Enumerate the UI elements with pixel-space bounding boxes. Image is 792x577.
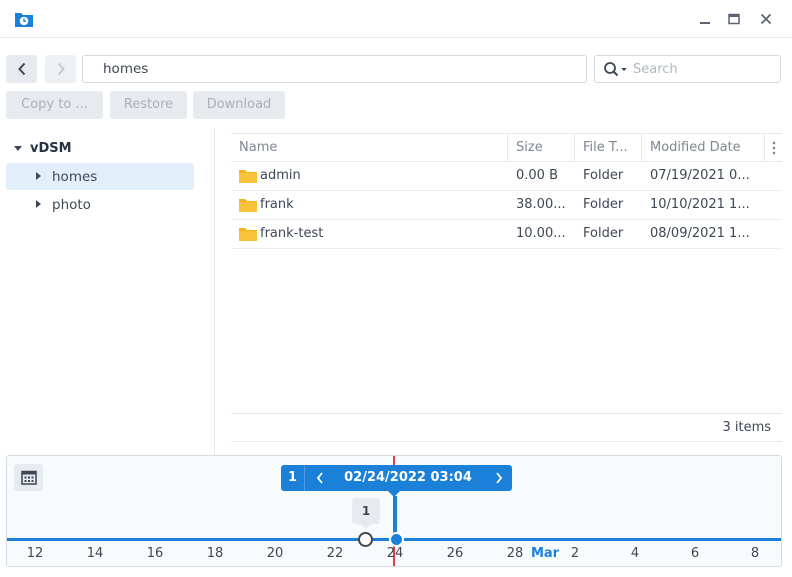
title-bar: [0, 0, 792, 38]
column-header-file-type[interactable]: File T...: [575, 134, 642, 162]
restore-button[interactable]: Restore: [110, 91, 187, 119]
download-button[interactable]: Download: [193, 91, 285, 119]
tree-item-photo[interactable]: photo: [6, 191, 194, 218]
table-row[interactable]: frank-test 10.00... Folder 08/09/2021 1.…: [231, 220, 782, 249]
cell-modified: 08/09/2021 1...: [650, 226, 750, 241]
timeline-tick: 12: [26, 546, 44, 561]
table-footer: 3 items: [231, 413, 782, 442]
folder-icon: [239, 199, 257, 212]
cell-type: Folder: [583, 197, 624, 212]
close-icon: [760, 13, 772, 25]
timeline-tick: 4: [630, 546, 640, 561]
search-icon: [604, 62, 627, 77]
caret-right-icon[interactable]: [36, 172, 41, 180]
version-count: 1: [281, 465, 305, 491]
tree-root-label: vDSM: [30, 141, 72, 156]
timeline-tick: 22: [326, 546, 344, 561]
timeline-handle-empty[interactable]: [358, 532, 373, 547]
minimize-button[interactable]: [696, 10, 714, 28]
chevron-right-icon: [496, 472, 503, 484]
timeline-tick: 6: [690, 546, 700, 561]
tree-item-label: photo: [52, 196, 91, 213]
caret-right-icon[interactable]: [36, 200, 41, 208]
chevron-left-icon: [316, 472, 323, 484]
maximize-icon: [728, 13, 740, 25]
cell-name: frank-test: [260, 226, 324, 241]
back-button[interactable]: [6, 55, 37, 83]
backup-explorer-window: homes Copy to ... Restore Download vDSM …: [0, 0, 792, 577]
column-header-modified-date[interactable]: Modified Date: [642, 134, 765, 162]
previous-version-button[interactable]: [307, 465, 333, 491]
table-row[interactable]: frank 38.00... Folder 10/10/2021 1...: [231, 191, 782, 220]
cell-modified: 10/10/2021 1...: [650, 197, 750, 212]
version-date-selector: 1 02/24/2022 03:04: [281, 465, 512, 497]
next-version-button[interactable]: [486, 465, 512, 491]
tree-root-vdsm[interactable]: vDSM: [14, 141, 72, 156]
timeline-tick: 26: [446, 546, 464, 561]
search-box[interactable]: [594, 55, 781, 83]
timeline-tick: 24: [386, 546, 404, 561]
timeline-tick: 2: [570, 546, 580, 561]
column-menu-button[interactable]: [765, 134, 782, 162]
timeline-tick-month: Mar: [530, 546, 560, 561]
timeline-tick: 28: [506, 546, 524, 561]
folder-tree: vDSM homes photo: [0, 128, 215, 455]
more-vertical-icon: [772, 141, 775, 155]
folder-icon: [239, 170, 257, 183]
cell-type: Folder: [583, 168, 624, 183]
cell-type: Folder: [583, 226, 624, 241]
timeline-tick: 18: [206, 546, 224, 561]
calendar-icon: [20, 470, 37, 485]
maximize-button[interactable]: [725, 10, 743, 28]
cell-size: 10.00...: [516, 226, 566, 241]
version-timeline[interactable]: 1 02/24/2022 03:04 1 12 14 16 18 20 22 2…: [6, 455, 782, 567]
version-count-bubble: 1: [352, 498, 380, 524]
tree-item-homes[interactable]: homes: [6, 163, 194, 190]
calendar-button[interactable]: [14, 464, 43, 491]
search-input[interactable]: [633, 60, 773, 78]
column-header-name[interactable]: Name: [231, 134, 508, 162]
table-row[interactable]: admin 0.00 B Folder 07/19/2021 0...: [231, 162, 782, 191]
timeline-tick: 8: [750, 546, 760, 561]
tree-item-label: homes: [52, 168, 98, 185]
minimize-icon: [700, 22, 710, 24]
cell-name: admin: [260, 168, 301, 183]
chevron-right-icon: [57, 62, 65, 76]
timeline-tick: 20: [266, 546, 284, 561]
caret-down-icon: [14, 146, 22, 151]
file-table: Name Size File T... Modified Date admin …: [231, 133, 782, 249]
table-header: Name Size File T... Modified Date: [231, 133, 782, 162]
timeline-handle-selected[interactable]: [389, 532, 404, 547]
version-datetime: 02/24/2022 03:04: [344, 470, 472, 485]
forward-button[interactable]: [45, 55, 76, 83]
hyper-backup-vault-icon: [15, 13, 33, 27]
item-count: 3 items: [722, 420, 771, 435]
bubble-pointer: [361, 524, 371, 529]
cell-size: 38.00...: [516, 197, 566, 212]
close-button[interactable]: [757, 10, 775, 28]
column-header-size[interactable]: Size: [508, 134, 575, 162]
timeline-tick: 16: [146, 546, 164, 561]
cell-name: frank: [260, 197, 294, 212]
path-bar[interactable]: homes: [82, 55, 587, 83]
chevron-left-icon: [17, 62, 25, 76]
copy-to-button[interactable]: Copy to ...: [6, 91, 103, 119]
timeline-tick: 14: [86, 546, 104, 561]
folder-icon: [239, 228, 257, 241]
cell-size: 0.00 B: [516, 168, 558, 183]
cell-modified: 07/19/2021 0...: [650, 168, 750, 183]
